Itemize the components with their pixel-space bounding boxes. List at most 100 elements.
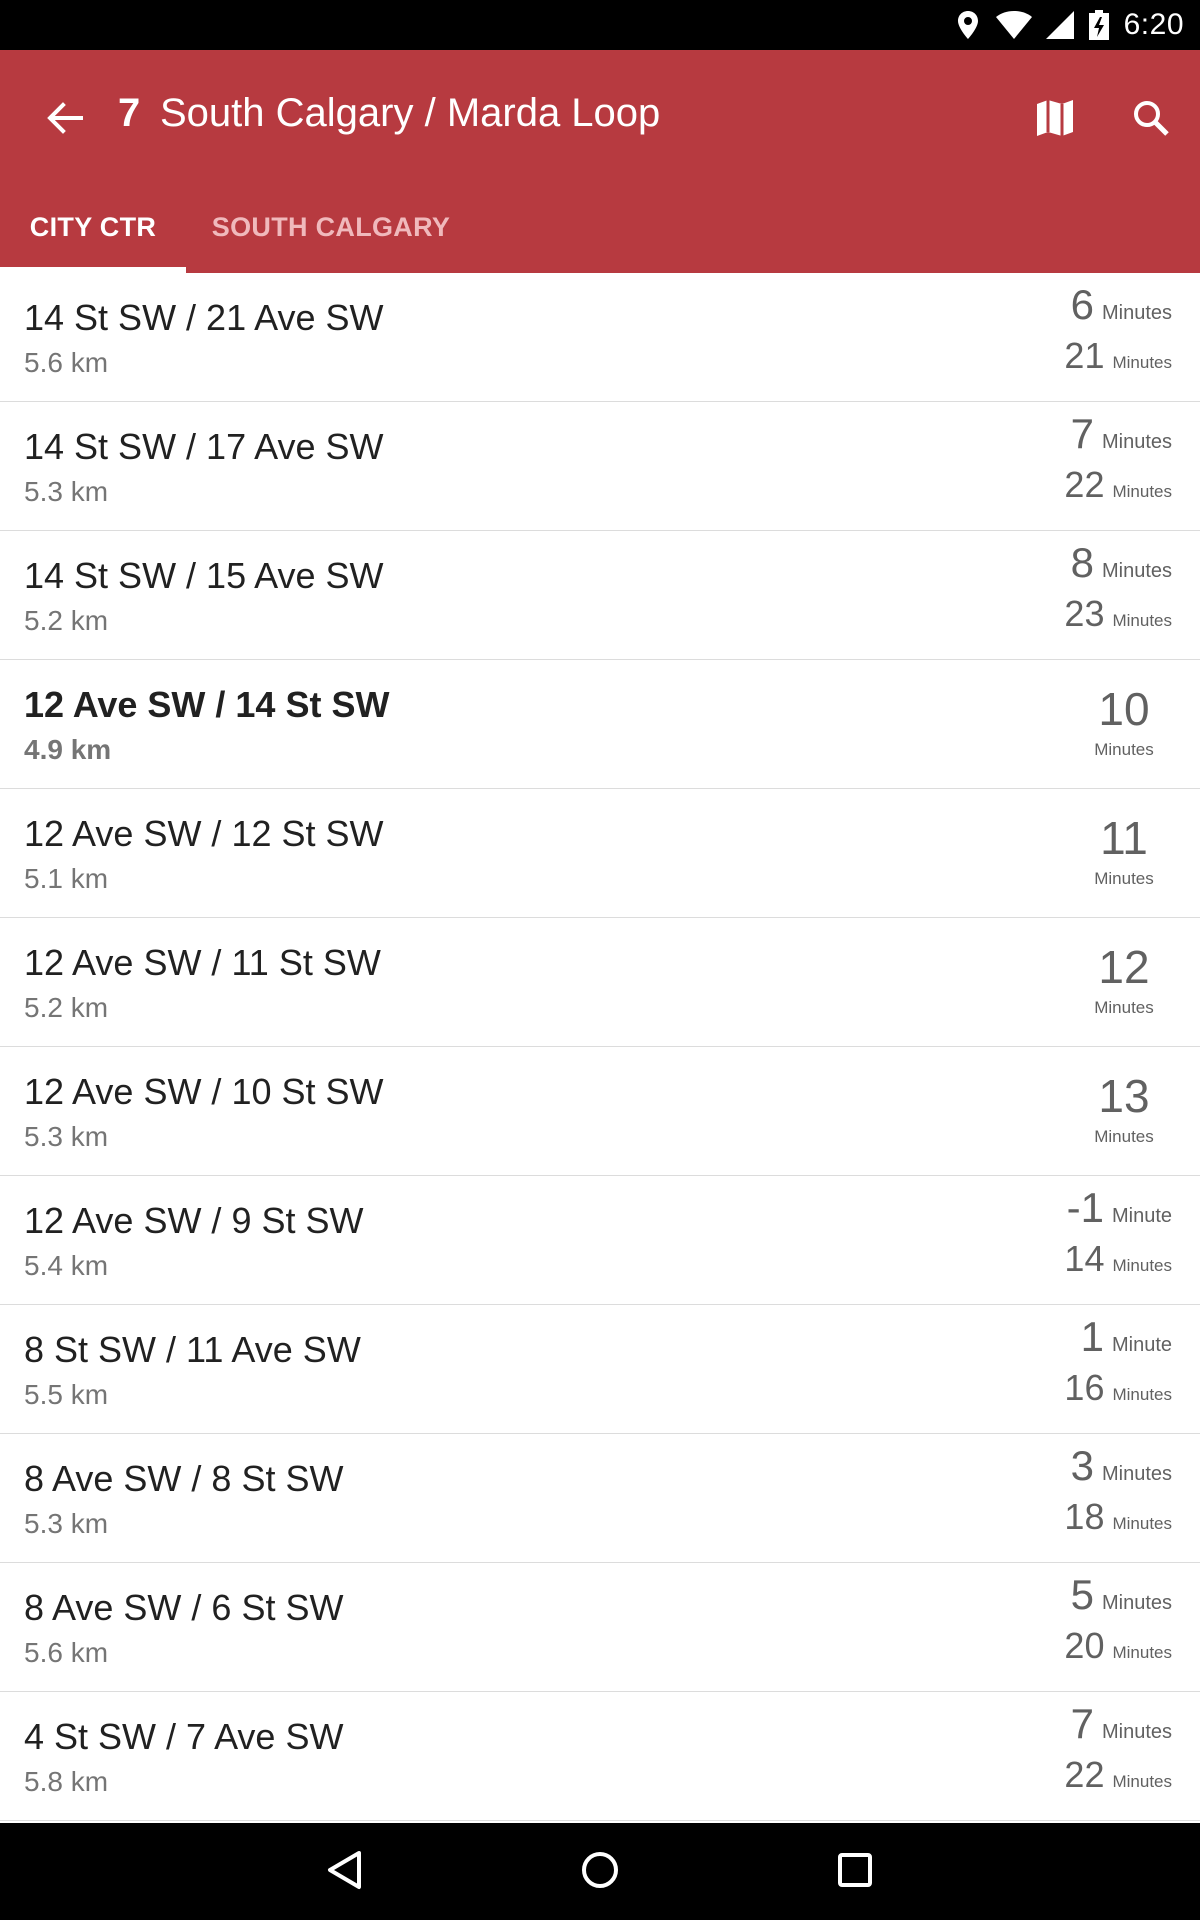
- arrival-times: 11 Minutes: [1074, 813, 1174, 889]
- arrival-unit: Minutes: [1112, 482, 1172, 501]
- list-item[interactable]: 8 Ave SW / 8 St SW 5.3 km 3 Minutes 18 Min…: [0, 1434, 1200, 1563]
- stop-name: 12 Ave SW / 14 St SW: [24, 684, 390, 725]
- stop-distance: 5.6 km: [24, 347, 109, 378]
- status-bar: 6:20: [0, 0, 1200, 50]
- next-arrival: 6 Minutes: [1071, 281, 1172, 329]
- stop-distance: 5.1 km: [24, 863, 109, 894]
- stop-name: 14 St SW / 21 Ave SW: [24, 297, 384, 338]
- list-item[interactable]: 8 Ave SW / 6 St SW 5.6 km 5 Minutes 20 Min…: [0, 1563, 1200, 1692]
- nav-home-button[interactable]: [565, 1837, 635, 1907]
- location-icon: [954, 11, 982, 39]
- toolbar: 7 South Calgary / Marda Loop: [0, 50, 1200, 180]
- arrival-unit: Minutes: [1101, 1721, 1172, 1743]
- list-item[interactable]: 12 Ave SW / 14 St SW 4.9 km 10 Minutes: [0, 660, 1200, 789]
- arrival-times: 6 Minutes 21 Minutes: [952, 273, 1172, 402]
- stop-name: 12 Ave SW / 10 St SW: [24, 1071, 384, 1112]
- status-icons: 6:20: [954, 0, 1184, 50]
- arrival-times: 8 Minutes 23 Minutes: [952, 531, 1172, 660]
- nav-back-button[interactable]: [309, 1837, 379, 1907]
- nav-home-icon: [580, 1850, 620, 1895]
- list-item[interactable]: 14 St SW / 21 Ave SW 5.6 km 6 Minutes 21 M…: [0, 273, 1200, 402]
- arrival-unit: Minutes: [1101, 1592, 1172, 1614]
- stop-name: 8 Ave SW / 6 St SW: [24, 1587, 344, 1628]
- list-item[interactable]: 14 St SW / 17 Ave SW 5.3 km 7 Minutes 22 M…: [0, 402, 1200, 531]
- tab-south-calgary-label: SOUTH CALGARY: [211, 212, 451, 242]
- arrival-number: 16: [1064, 1367, 1105, 1408]
- arrival-times: 3 Minutes 18 Minutes: [952, 1434, 1172, 1563]
- arrival-times: 7 Minutes 22 Minutes: [952, 1692, 1172, 1821]
- tab-south-calgary[interactable]: SOUTH CALGARY: [186, 200, 476, 273]
- arrival-unit: Minutes: [1101, 1463, 1172, 1485]
- arrival-unit: Minute: [1111, 1334, 1172, 1356]
- stop-name: 14 St SW / 17 Ave SW: [24, 426, 384, 467]
- list-item[interactable]: 12 Ave SW / 11 St SW 5.2 km 12 Minutes: [0, 918, 1200, 1047]
- stop-distance: 5.6 km: [24, 1637, 109, 1668]
- arrival-number: 21: [1064, 335, 1105, 376]
- nav-recents-button[interactable]: [820, 1837, 890, 1907]
- arrival-number: 22: [1064, 1754, 1105, 1795]
- arrival-number: 6: [1070, 281, 1094, 328]
- arrival-unit: Minutes: [1112, 611, 1172, 630]
- arrival-number: 12: [1098, 941, 1150, 993]
- tab-city-ctr[interactable]: CITY CTR: [0, 200, 186, 273]
- back-button[interactable]: [30, 85, 100, 155]
- stop-name: 12 Ave SW / 11 St SW: [24, 942, 381, 983]
- next-arrival: 1 Minute: [1081, 1313, 1172, 1361]
- tab-bar: CITY CTR SOUTH CALGARY: [0, 200, 1200, 273]
- stop-distance: 5.3 km: [24, 1508, 109, 1539]
- following-arrival: 20 Minutes: [1064, 1625, 1172, 1667]
- following-arrival: 23 Minutes: [1064, 593, 1172, 635]
- stop-distance: 4.9 km: [24, 734, 112, 765]
- arrival-unit: Minutes: [1101, 302, 1172, 324]
- stop-name: 14 St SW / 15 Ave SW: [24, 555, 384, 596]
- arrival-number: 3: [1070, 1442, 1094, 1489]
- stop-name: 4 St SW / 7 Ave SW: [24, 1716, 344, 1757]
- search-button[interactable]: [1116, 85, 1186, 155]
- arrival-number: 1: [1080, 1313, 1104, 1360]
- list-item[interactable]: 12 Ave SW / 9 St SW 5.4 km -1 Minute 14 Mi…: [0, 1176, 1200, 1305]
- stop-name: 12 Ave SW / 12 St SW: [24, 813, 384, 854]
- stop-name: 8 Ave SW / 8 St SW: [24, 1458, 344, 1499]
- back-arrow-icon: [47, 101, 83, 139]
- list-item[interactable]: 12 Ave SW / 10 St SW 5.3 km 13 Minutes: [0, 1047, 1200, 1176]
- route-number: 7: [118, 91, 141, 135]
- arrival-unit: Minute: [1111, 1205, 1172, 1227]
- arrival-number: 20: [1064, 1625, 1105, 1666]
- arrival-times: 1 Minute 16 Minutes: [952, 1305, 1172, 1434]
- following-arrival: 14 Minutes: [1064, 1238, 1172, 1280]
- arrival-number: 5: [1070, 1571, 1094, 1618]
- list-item[interactable]: 4 St SW / 7 Ave SW 5.8 km 7 Minutes 22 Min…: [0, 1692, 1200, 1821]
- battery-charging-icon: [1088, 10, 1110, 40]
- following-arrival: 16 Minutes: [1064, 1367, 1172, 1409]
- stop-distance: 5.4 km: [24, 1250, 109, 1281]
- map-button[interactable]: [1020, 85, 1090, 155]
- following-arrival: 22 Minutes: [1064, 1754, 1172, 1796]
- stop-distance: 5.2 km: [24, 605, 109, 636]
- arrival-times: 13 Minutes: [1074, 1071, 1174, 1147]
- following-arrival: 21 Minutes: [1064, 335, 1172, 377]
- signal-icon: [1045, 11, 1074, 39]
- arrival-number: 8: [1070, 539, 1094, 586]
- arrival-unit: Minutes: [1112, 1514, 1172, 1533]
- arrival-times: 7 Minutes 22 Minutes: [952, 402, 1172, 531]
- nav-recents-icon: [837, 1852, 873, 1893]
- arrival-number: 23: [1064, 593, 1105, 634]
- stop-distance: 5.5 km: [24, 1379, 109, 1410]
- arrival-number: 7: [1070, 1700, 1094, 1747]
- arrival-number: -1: [1066, 1184, 1104, 1231]
- list-item[interactable]: 12 Ave SW / 12 St SW 5.1 km 11 Minutes: [0, 789, 1200, 918]
- search-icon: [1132, 99, 1170, 142]
- arrival-unit: Minutes: [1094, 869, 1154, 888]
- list-item[interactable]: 14 St SW / 15 Ave SW 5.2 km 8 Minutes 23 M…: [0, 531, 1200, 660]
- navigation-bar: [0, 1823, 1200, 1920]
- list-item[interactable]: 8 St SW / 11 Ave SW 5.5 km 1 Minute 16 Min…: [0, 1305, 1200, 1434]
- stop-name: 12 Ave SW / 9 St SW: [24, 1200, 364, 1241]
- arrival-times: 12 Minutes: [1074, 942, 1174, 1018]
- map-icon: [1035, 99, 1075, 142]
- next-arrival: 7 Minutes: [1071, 410, 1172, 458]
- arrival-unit: Minutes: [1112, 353, 1172, 372]
- tab-city-ctr-label: CITY CTR: [29, 212, 157, 242]
- arrival-number: 13: [1098, 1070, 1150, 1122]
- next-arrival: 5 Minutes: [1071, 1571, 1172, 1619]
- stop-list: 14 St SW / 21 Ave SW 5.6 km 6 Minutes 21 M…: [0, 273, 1200, 1823]
